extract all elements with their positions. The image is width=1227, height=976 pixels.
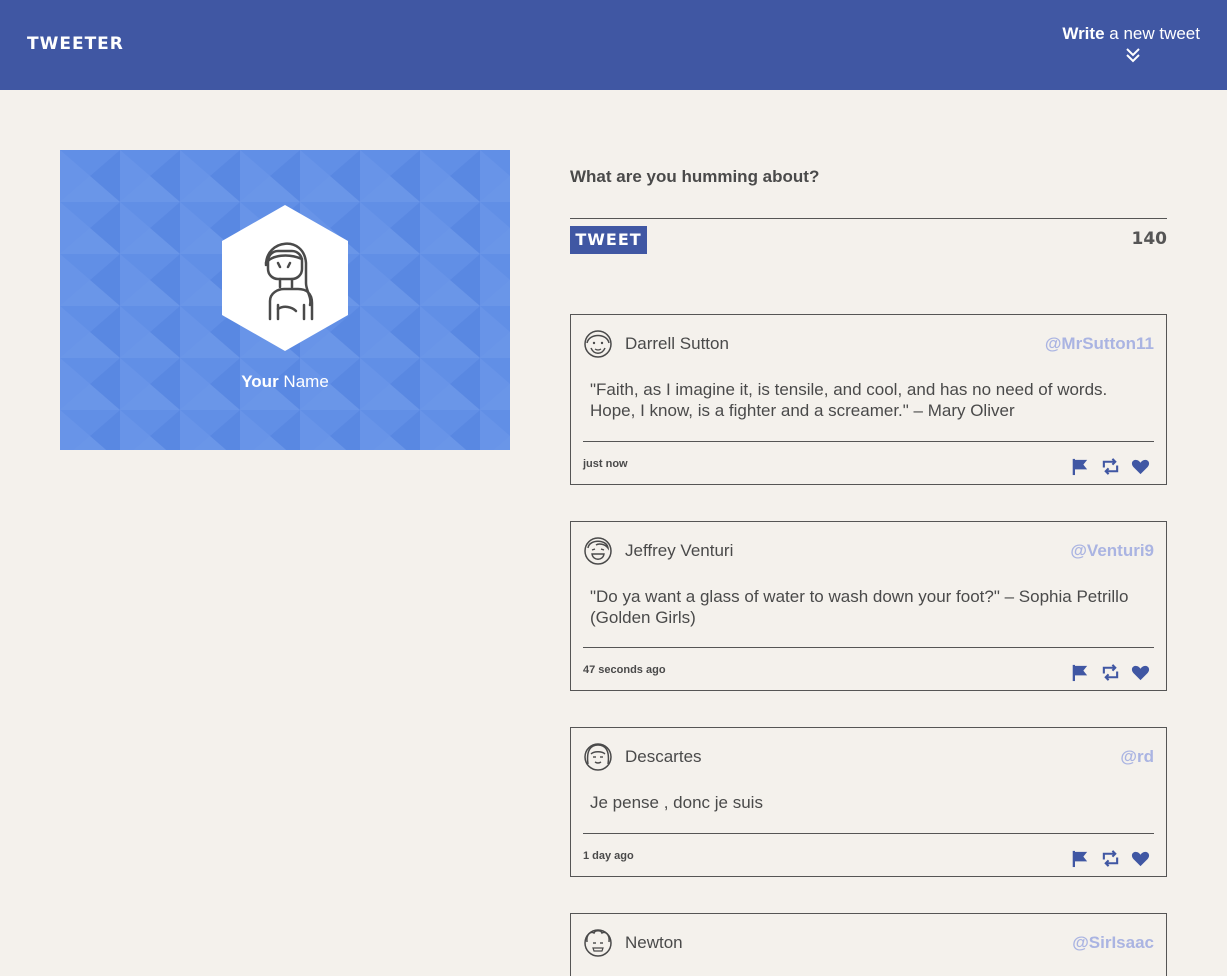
profile-name-rest: Name xyxy=(283,372,329,391)
char-counter: 140 xyxy=(1131,229,1168,249)
tweet-actions xyxy=(1071,457,1150,476)
double-chevron-down-icon[interactable] xyxy=(1125,47,1141,63)
tweet-author-name[interactable]: Descartes xyxy=(625,747,702,767)
profile-avatar[interactable] xyxy=(222,205,348,351)
retweet-icon[interactable] xyxy=(1101,457,1120,476)
tweet-author-handle[interactable]: @rd xyxy=(1120,747,1154,767)
profile-name: Your Name xyxy=(60,372,510,392)
profile-name-strong: Your xyxy=(241,372,279,391)
tweet-card: Descartes @rd Je pense , donc je suis 1 … xyxy=(570,727,1167,877)
long-hair-avatar-icon xyxy=(584,743,612,771)
tweet-card: Jeffrey Venturi @Venturi9 "Do ya want a … xyxy=(570,521,1167,691)
retweet-icon[interactable] xyxy=(1101,663,1120,682)
tweet-text: Je pense , donc je suis xyxy=(590,793,763,812)
profile-card: Your Name xyxy=(60,150,510,450)
tweet-text: "Do ya want a glass of water to wash dow… xyxy=(590,587,1129,627)
tweet-actions xyxy=(1071,849,1150,868)
tweet-divider xyxy=(583,441,1154,442)
compose-prompt[interactable]: What are you humming about? xyxy=(570,167,819,187)
tweet-timestamp: 1 day ago xyxy=(583,850,634,862)
tweet-author-handle[interactable]: @SirIsaac xyxy=(1072,933,1154,953)
tweet-author-name[interactable]: Newton xyxy=(625,933,683,953)
app-logo[interactable]: TWEETER xyxy=(27,34,124,54)
flag-icon[interactable] xyxy=(1071,849,1090,868)
heart-icon[interactable] xyxy=(1131,663,1150,682)
tweet-timestamp: just now xyxy=(583,458,628,470)
tweet-card: Darrell Sutton @MrSutton11 "Faith, as I … xyxy=(570,314,1167,485)
tweet-divider xyxy=(583,647,1154,648)
flag-icon[interactable] xyxy=(1071,457,1090,476)
flag-icon[interactable] xyxy=(1071,663,1090,682)
bearded-man-avatar-icon xyxy=(584,330,612,358)
tweet-author-name[interactable]: Darrell Sutton xyxy=(625,334,729,354)
tweet-actions xyxy=(1071,663,1150,682)
laughing-man-avatar-icon xyxy=(584,537,612,565)
tweet-author-handle[interactable]: @MrSutton11 xyxy=(1045,334,1154,354)
heart-icon[interactable] xyxy=(1131,457,1150,476)
tweet-timestamp: 47 seconds ago xyxy=(583,664,666,676)
write-label-rest: a new tweet xyxy=(1109,24,1200,43)
tweet-card: Newton @SirIsaac xyxy=(570,913,1167,976)
top-bar: TWEETER Write a new tweet xyxy=(0,0,1227,90)
tweet-divider xyxy=(583,833,1154,834)
tweet-author-handle[interactable]: @Venturi9 xyxy=(1070,541,1154,561)
curly-hair-avatar-icon xyxy=(584,929,612,957)
tweet-author-name[interactable]: Jeffrey Venturi xyxy=(625,541,733,561)
heart-icon[interactable] xyxy=(1131,849,1150,868)
write-new-tweet-label: Write a new tweet xyxy=(1040,24,1200,44)
tweet-button[interactable]: TWEET xyxy=(570,226,647,254)
retweet-icon[interactable] xyxy=(1101,849,1120,868)
compose-underline xyxy=(570,218,1167,219)
tweet-text: "Faith, as I imagine it, is tensile, and… xyxy=(590,380,1108,420)
write-label-strong: Write xyxy=(1062,24,1105,43)
write-new-tweet-toggle[interactable]: Write a new tweet xyxy=(1040,24,1200,63)
